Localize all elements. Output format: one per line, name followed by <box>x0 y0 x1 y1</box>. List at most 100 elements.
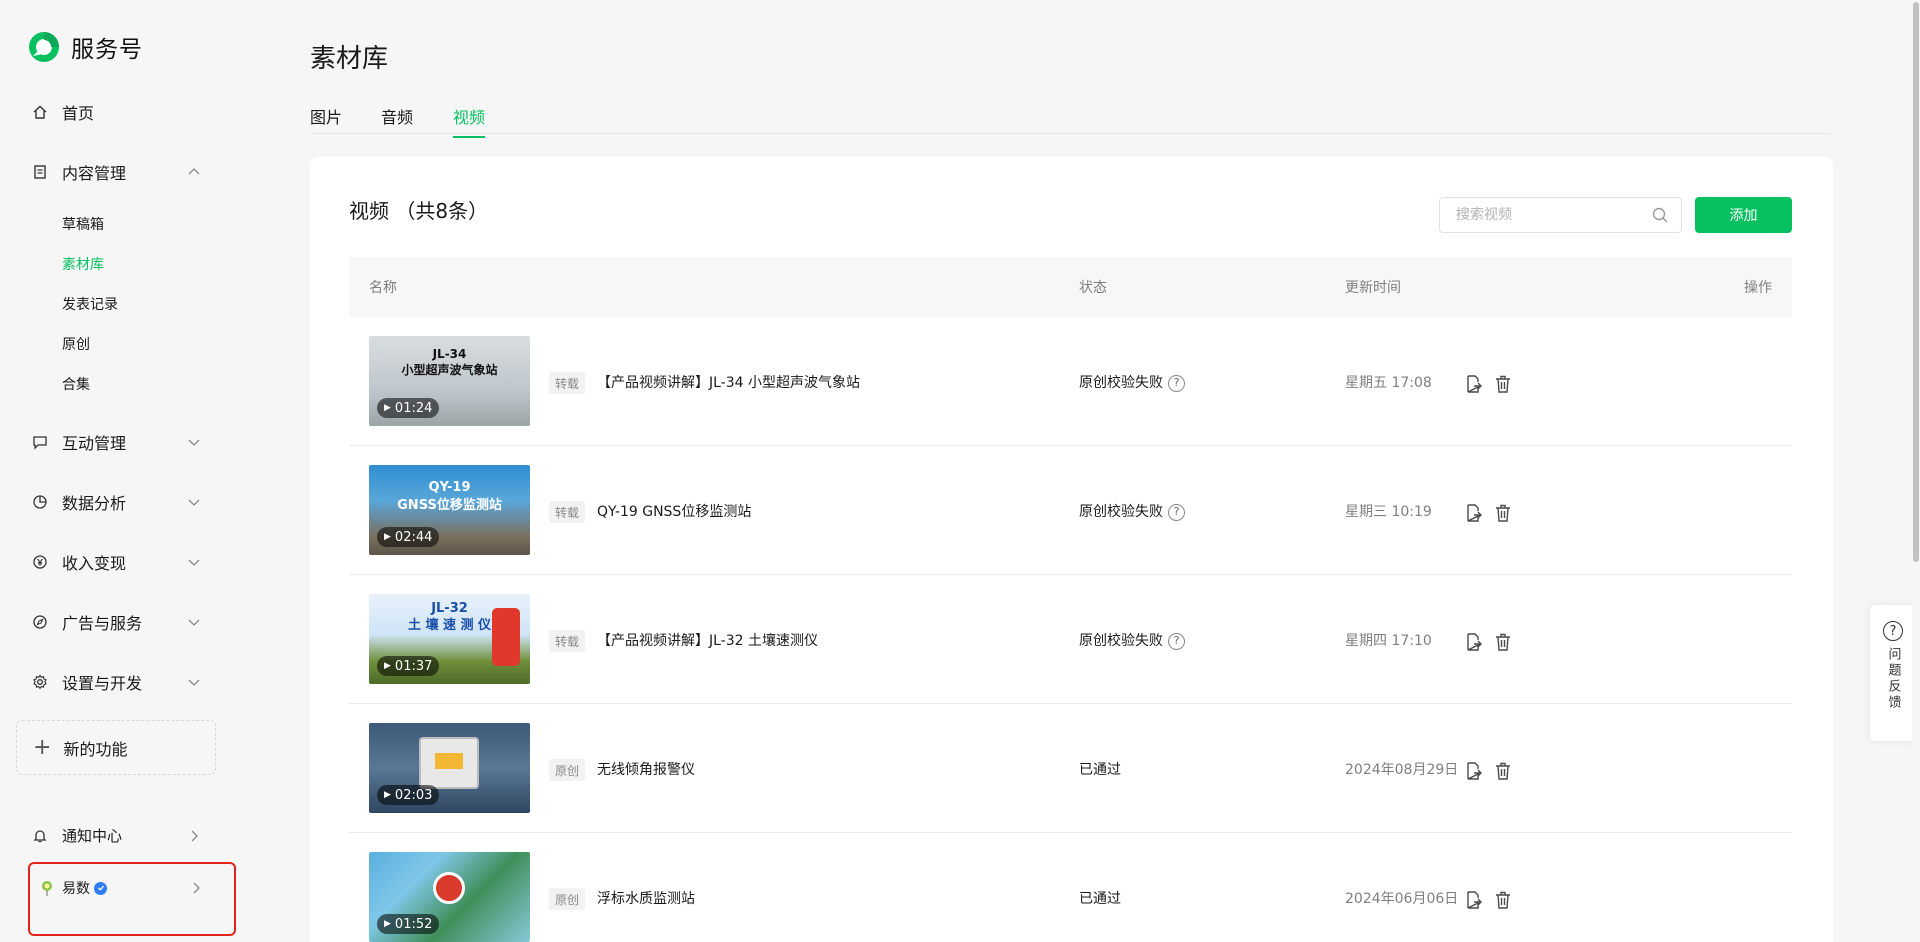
trash-icon[interactable] <box>1492 889 1514 911</box>
device-image <box>492 608 520 666</box>
source-tag: 原创 <box>549 759 586 781</box>
sidebar-sub-drafts[interactable]: 草稿箱 <box>62 214 104 234</box>
video-name: 【产品视频讲解】JL-34 小型超声波气象站 <box>597 375 860 391</box>
status-text: 原创校验失败? <box>1079 372 1185 394</box>
help-icon[interactable]: ? <box>1168 374 1185 392</box>
source-tag: 原创 <box>549 888 586 910</box>
video-thumbnail[interactable]: QY-19 GNSS位移监测站 ▶ 02:44 <box>369 465 530 555</box>
trash-icon[interactable] <box>1492 760 1514 782</box>
update-time: 2024年08月29日 <box>1345 762 1459 778</box>
search-input[interactable] <box>1456 198 1656 232</box>
video-list-card: 视频 （共8条） 添加 名称 状态 更新时间 操作 JL-34 小型超声波气象站… <box>310 157 1833 942</box>
sidebar-item-label: 数据分析 <box>62 494 127 513</box>
search-box <box>1439 197 1682 233</box>
video-name: QY-19 GNSS位移监测站 <box>597 504 752 520</box>
chevron-up-icon <box>188 168 200 175</box>
video-name: 无线倾角报警仪 <box>597 762 695 778</box>
chevron-down-icon <box>188 679 200 686</box>
update-time: 星期五 17:08 <box>1345 375 1432 391</box>
source-tag: 转载 <box>549 501 586 523</box>
sidebar-sub-original[interactable]: 原创 <box>62 334 90 354</box>
export-icon[interactable] <box>1462 502 1484 524</box>
yuan-icon <box>30 552 50 572</box>
avatar <box>42 881 52 896</box>
new-feature-label: 新的功能 <box>63 739 128 759</box>
table-row: JL-32 土 壤 速 测 仪 ▶ 01:37 转载 【产品视频讲解】JL-32 … <box>349 575 1792 704</box>
sidebar-sub-publish-records[interactable]: 发表记录 <box>62 294 118 314</box>
export-icon[interactable] <box>1462 373 1484 395</box>
help-icon[interactable]: ? <box>1168 632 1185 650</box>
video-thumbnail[interactable]: JL-34 小型超声波气象站 ▶ 01:24 <box>369 336 530 426</box>
tab-video[interactable]: 视频 <box>453 104 486 138</box>
sidebar-item-monetization[interactable]: 收入变现 <box>30 550 202 574</box>
sidebar-item-interaction[interactable]: 互动管理 <box>30 430 202 454</box>
new-feature-button[interactable]: + 新的功能 <box>16 720 216 775</box>
table-row: ▶ 01:52 原创 浮标水质监测站 已通过 2024年06月06日 <box>349 833 1792 942</box>
gear-icon <box>30 672 50 692</box>
export-icon[interactable] <box>1462 631 1484 653</box>
duration-badge: ▶ 01:37 <box>377 656 440 676</box>
table-header: 名称 状态 更新时间 操作 <box>349 257 1792 317</box>
sidebar-item-label: 收入变现 <box>62 554 127 573</box>
scrollbar-thumb[interactable] <box>1913 2 1919 562</box>
video-thumbnail[interactable]: ▶ 01:52 <box>369 852 530 942</box>
chevron-down-icon <box>188 559 200 566</box>
trash-icon[interactable] <box>1492 631 1514 653</box>
chevron-down-icon <box>188 619 200 626</box>
service-account-logo-icon <box>29 32 59 62</box>
source-tag: 转载 <box>549 372 586 394</box>
notification-center[interactable]: 通知中心 <box>30 825 202 846</box>
account-switcher[interactable]: 易数 <box>28 862 236 936</box>
status-text: 原创校验失败? <box>1079 501 1185 523</box>
play-icon: ▶ <box>384 790 391 800</box>
update-time: 2024年06月06日 <box>1345 891 1459 907</box>
home-icon <box>30 102 50 122</box>
tab-images[interactable]: 图片 <box>310 104 342 136</box>
tab-audio[interactable]: 音频 <box>381 104 413 136</box>
chevron-right-icon <box>191 830 198 841</box>
header-time: 更新时间 <box>1345 280 1401 296</box>
header-status: 状态 <box>1079 280 1107 296</box>
sidebar-item-ads[interactable]: 广告与服务 <box>30 610 202 634</box>
video-thumbnail[interactable]: JL-32 土 壤 速 测 仪 ▶ 01:37 <box>369 594 530 684</box>
verified-badge-icon <box>94 881 107 895</box>
thumbnail-title: JL-34 小型超声波气象站 <box>401 347 498 377</box>
account-name: 易数 <box>62 881 90 897</box>
source-tag: 转载 <box>549 630 586 652</box>
video-name: 【产品视频讲解】JL-32 土壤速测仪 <box>597 633 818 649</box>
export-icon[interactable] <box>1462 889 1484 911</box>
duration-badge: ▶ 01:24 <box>377 398 440 418</box>
notification-label: 通知中心 <box>62 827 123 845</box>
media-tabs: 图片 音频 视频 <box>310 104 1830 138</box>
sidebar-item-analytics[interactable]: 数据分析 <box>30 490 202 514</box>
page-scrollbar[interactable] <box>1912 0 1920 942</box>
brand-logo[interactable]: 服务号 <box>27 30 143 64</box>
plus-icon: + <box>33 734 52 760</box>
add-button[interactable]: 添加 <box>1695 197 1792 233</box>
feedback-button[interactable]: ? 问题反馈 <box>1870 605 1916 741</box>
header-ops: 操作 <box>1744 280 1772 296</box>
sidebar-sub-collections[interactable]: 合集 <box>62 374 90 394</box>
trash-icon[interactable] <box>1492 502 1514 524</box>
thumbnail-title: QY-19 GNSS位移监测站 <box>397 480 502 513</box>
table-row: ▶ 02:03 原创 无线倾角报警仪 已通过 2024年08月29日 <box>349 704 1792 833</box>
header-name: 名称 <box>369 280 397 296</box>
trash-icon[interactable] <box>1492 373 1514 395</box>
bell-icon <box>30 826 50 846</box>
sidebar-item-content[interactable]: 内容管理 <box>30 160 202 184</box>
sidebar-item-home[interactable]: 首页 <box>30 100 202 124</box>
sidebar-sub-library[interactable]: 素材库 <box>62 254 104 274</box>
duration-badge: ▶ 01:52 <box>377 914 440 934</box>
search-icon[interactable] <box>1651 206 1669 224</box>
sidebar-item-label: 设置与开发 <box>62 674 143 693</box>
export-icon[interactable] <box>1462 760 1484 782</box>
update-time: 星期四 17:10 <box>1345 633 1432 649</box>
help-icon[interactable]: ? <box>1168 503 1185 521</box>
sidebar-item-settings[interactable]: 设置与开发 <box>30 670 202 694</box>
status-text: 已通过 <box>1079 762 1121 778</box>
buoy-image <box>433 872 465 904</box>
video-thumbnail[interactable]: ▶ 02:03 <box>369 723 530 813</box>
play-icon: ▶ <box>384 661 391 671</box>
update-time: 星期三 10:19 <box>1345 504 1432 520</box>
play-icon: ▶ <box>384 532 391 542</box>
